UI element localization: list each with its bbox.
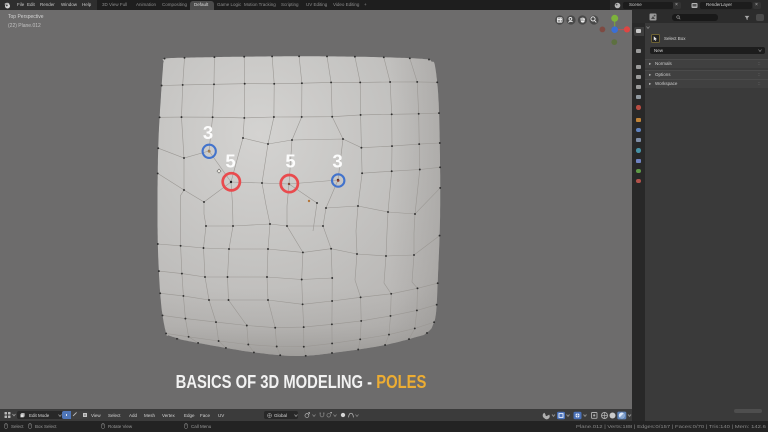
svg-text:3: 3 xyxy=(332,151,342,172)
svg-text:5: 5 xyxy=(285,151,295,172)
svg-text:5: 5 xyxy=(225,151,235,172)
svg-text:3: 3 xyxy=(203,122,213,143)
